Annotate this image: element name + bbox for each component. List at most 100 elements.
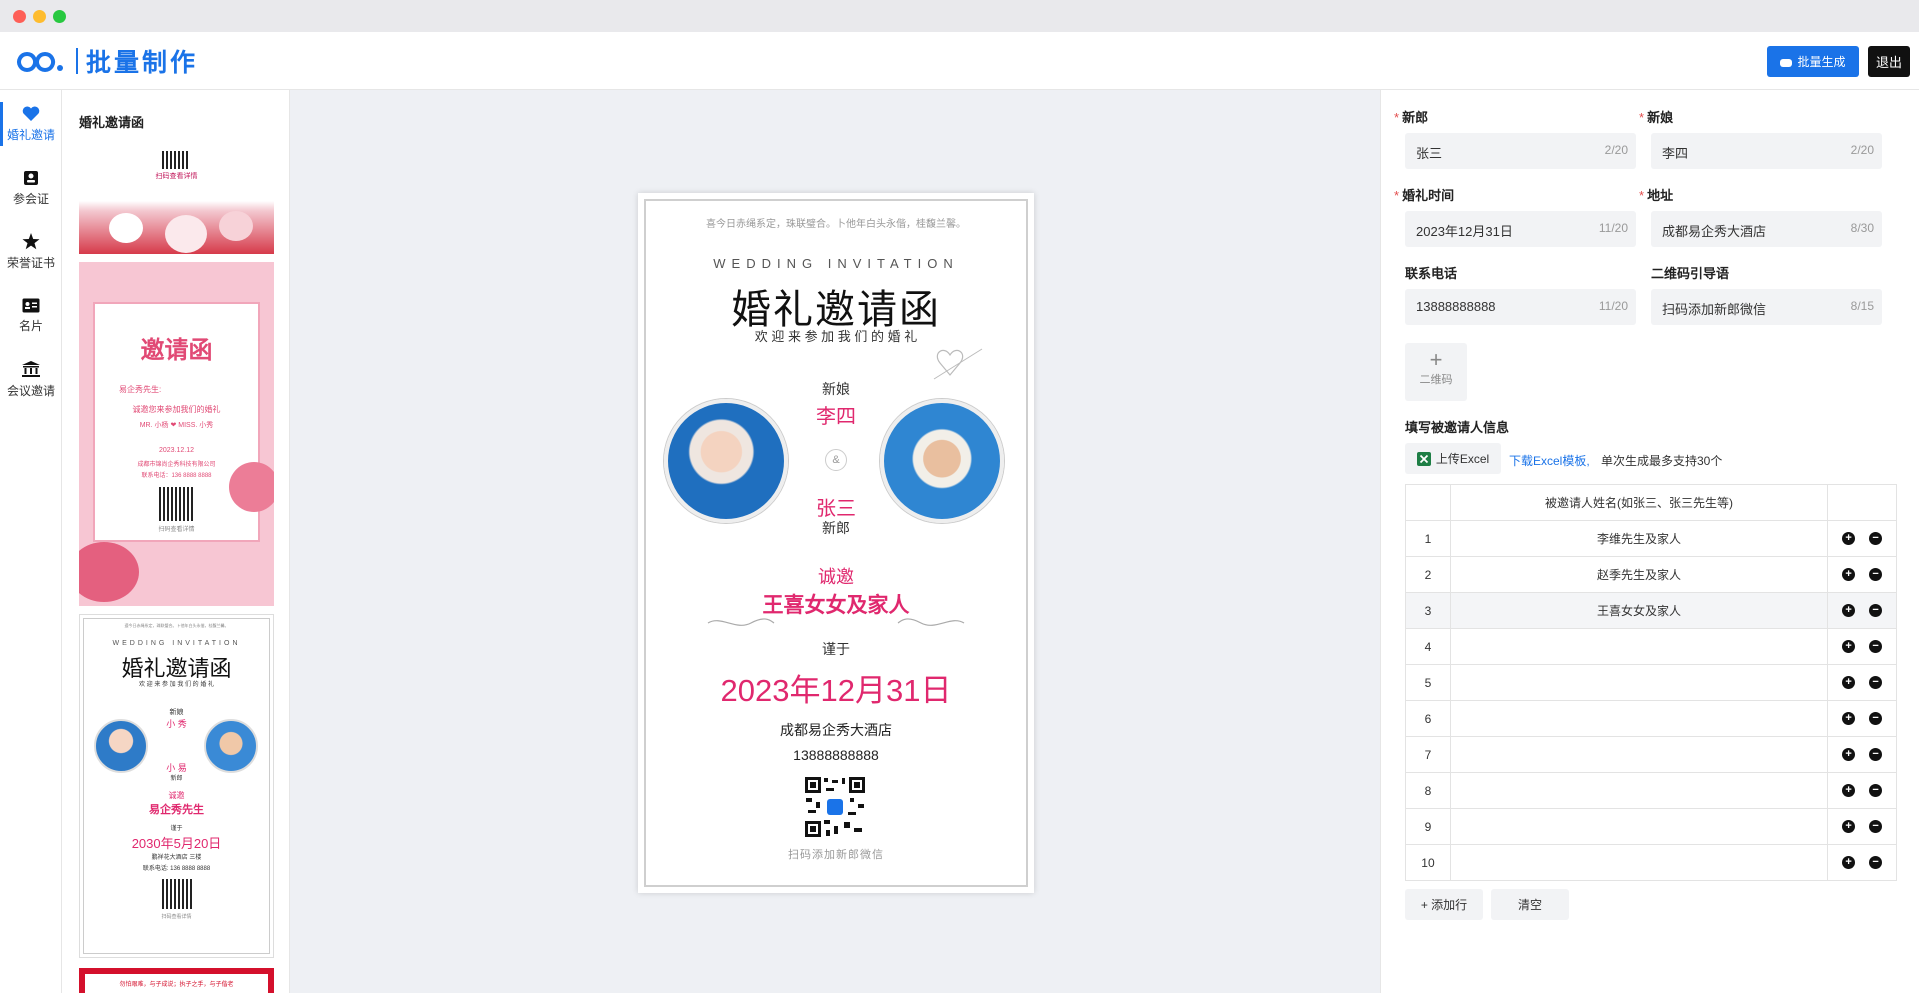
remove-row-icon[interactable]: − bbox=[1869, 604, 1883, 617]
wedding-time-input[interactable]: 2023年12月31日 11/20 bbox=[1405, 211, 1636, 247]
template-caption: 扫码查看详情 bbox=[158, 527, 195, 533]
template-thumb-red-hearts[interactable]: 扫码查看详情 bbox=[79, 151, 274, 254]
template-couple: MR. 小杨 ❤ MISS. 小秀 bbox=[139, 422, 214, 429]
bride-input[interactable]: 李四 2/20 bbox=[1651, 133, 1882, 169]
qr-guide-input[interactable]: 扫码添加新郎微信 8/15 bbox=[1651, 289, 1882, 325]
row-index: 3 bbox=[1405, 592, 1451, 629]
add-row-icon[interactable]: + bbox=[1842, 820, 1856, 833]
badge-icon bbox=[24, 170, 38, 185]
row-index: 2 bbox=[1405, 556, 1451, 593]
row-name-input[interactable]: 王喜女女及家人 bbox=[1449, 592, 1829, 629]
address-input[interactable]: 成都易企秀大酒店 8/30 bbox=[1651, 211, 1882, 247]
plus-icon: + bbox=[1429, 347, 1443, 372]
table-row: 3 王喜女女及家人 + − bbox=[1405, 592, 1897, 629]
download-template-link[interactable]: 下载Excel模板, bbox=[1509, 452, 1590, 469]
logo-divider bbox=[76, 48, 78, 74]
nav-item-badge[interactable]: 参会证 bbox=[0, 160, 62, 216]
remove-row-icon[interactable]: − bbox=[1869, 856, 1883, 869]
row-name-input[interactable] bbox=[1449, 628, 1829, 665]
row-name-input[interactable] bbox=[1449, 736, 1829, 773]
app-header: 批量制作 批量生成 退出 bbox=[0, 32, 1919, 90]
row-name-input[interactable] bbox=[1449, 808, 1829, 845]
row-name-input[interactable]: 赵季先生及家人 bbox=[1449, 556, 1829, 593]
groom-input[interactable]: 张三 2/20 bbox=[1405, 133, 1636, 169]
card-bride-name: 李四 bbox=[816, 406, 856, 428]
remove-row-icon[interactable]: − bbox=[1869, 676, 1883, 689]
row-name-input[interactable] bbox=[1449, 664, 1829, 701]
phone-input[interactable]: 13888888888 11/20 bbox=[1405, 289, 1636, 325]
template-guest: 易企秀先生 bbox=[149, 804, 204, 816]
add-row-icon[interactable]: + bbox=[1842, 568, 1856, 581]
preview-canvas: 喜今日赤绳系定，珠联璧合。卜他年白头永偕，桂馥兰馨。 WEDDING INVIT… bbox=[290, 90, 1380, 993]
remove-row-icon[interactable]: − bbox=[1869, 712, 1883, 725]
row-index: 10 bbox=[1405, 844, 1451, 881]
nav-item-certificate[interactable]: 荣誉证书 bbox=[0, 224, 62, 280]
remove-row-icon[interactable]: − bbox=[1869, 784, 1883, 797]
row-name-input[interactable]: 李维先生及家人 bbox=[1449, 520, 1829, 557]
groom-input-count: 2/20 bbox=[1604, 143, 1628, 157]
batch-generate-label: 批量生成 bbox=[1797, 55, 1846, 69]
nav-item-label: 婚礼邀请 bbox=[6, 127, 55, 142]
minimize-window-button[interactable] bbox=[33, 10, 46, 23]
groom-label: * 新郎 bbox=[1394, 110, 1429, 125]
add-row-icon[interactable]: + bbox=[1842, 712, 1856, 725]
upload-excel-label: 上传Excel bbox=[1435, 452, 1490, 466]
template-thumb-pink-invitation[interactable]: 邀请函 易企秀先生: 诚邀您来参加我们的婚礼 MR. 小杨 ❤ MISS. 小秀… bbox=[79, 262, 274, 606]
invitation-card[interactable]: 喜今日赤绳系定，珠联璧合。卜他年白头永偕，桂馥兰馨。 WEDDING INVIT… bbox=[638, 193, 1034, 893]
template-date: 2030年5月20日 bbox=[131, 836, 222, 851]
address-value: 成都易企秀大酒店 bbox=[1662, 224, 1767, 239]
phone-label: 联系电话 bbox=[1405, 266, 1458, 281]
qr-guide-label: 二维码引导语 bbox=[1651, 266, 1730, 281]
remove-row-icon[interactable]: − bbox=[1869, 820, 1883, 833]
card-qr-code-icon bbox=[804, 776, 866, 838]
card-jin-label: 谨于 bbox=[822, 641, 850, 657]
nav-item-wedding[interactable]: 婚礼邀请 bbox=[0, 96, 62, 152]
maximize-window-button[interactable] bbox=[53, 10, 66, 23]
bride-label: * 新娘 bbox=[1639, 110, 1674, 125]
batch-generate-button[interactable]: 批量生成 bbox=[1767, 46, 1859, 77]
template-thumb-red-border[interactable]: 勿怕艰难，与子成说；执子之手，与子偕老 bbox=[79, 968, 274, 993]
address-count: 8/30 bbox=[1850, 221, 1874, 235]
add-row-icon[interactable]: + bbox=[1842, 676, 1856, 689]
row-index: 5 bbox=[1405, 664, 1451, 701]
flourish-left-decoration bbox=[707, 618, 775, 626]
template-greeting: 易企秀先生: bbox=[119, 385, 162, 394]
template-line: 诚邀您来参加我们的婚礼 bbox=[132, 405, 221, 414]
remove-row-icon[interactable]: − bbox=[1869, 568, 1883, 581]
heart-decoration bbox=[109, 213, 143, 243]
app-logo[interactable]: 批量制作 bbox=[12, 43, 198, 79]
nav-item-namecard[interactable]: 名片 bbox=[0, 288, 62, 344]
category-nav: 婚礼邀请 参会证 荣誉证书 名片 会议邀请 bbox=[0, 90, 62, 993]
close-window-button[interactable] bbox=[13, 10, 26, 23]
table-header-name: 被邀请人姓名(如张三、张三先生等) bbox=[1449, 484, 1829, 521]
row-name-input[interactable] bbox=[1449, 844, 1829, 881]
remove-row-icon[interactable]: − bbox=[1869, 640, 1883, 653]
table-row: 4 + − bbox=[1405, 628, 1897, 665]
add-row-button[interactable]: + 添加行 bbox=[1405, 889, 1483, 920]
exit-button[interactable]: 退出 bbox=[1868, 46, 1910, 77]
add-row-icon[interactable]: + bbox=[1842, 784, 1856, 797]
upload-excel-button[interactable]: 上传Excel bbox=[1405, 443, 1501, 474]
add-row-icon[interactable]: + bbox=[1842, 856, 1856, 869]
template-heading: 邀请函 bbox=[140, 337, 213, 364]
row-name-input[interactable] bbox=[1449, 772, 1829, 809]
template-thumb-wedding-invitation[interactable]: 遵今日赤绳系定，珠联璧合。卜他年白头永偕，桂馥兰馨。 WEDDING INVIT… bbox=[79, 614, 274, 958]
table-row: 1 李维先生及家人 + − bbox=[1405, 520, 1897, 557]
invitee-section-title: 填写被邀请人信息 bbox=[1405, 420, 1510, 435]
clear-button[interactable]: 清空 bbox=[1491, 889, 1569, 920]
qr-upload-button[interactable]: + 二维码 bbox=[1405, 343, 1467, 401]
qr-code-icon bbox=[162, 151, 190, 169]
template-subtitle: 欢 迎 来 参 加 我 们 的 婚 礼 bbox=[138, 682, 214, 688]
nav-item-meeting[interactable]: 会议邀请 bbox=[0, 352, 62, 408]
row-index: 9 bbox=[1405, 808, 1451, 845]
add-row-icon[interactable]: + bbox=[1842, 532, 1856, 545]
table-row: 6 + − bbox=[1405, 700, 1897, 737]
add-row-icon[interactable]: + bbox=[1842, 640, 1856, 653]
qr-guide-count: 8/15 bbox=[1850, 299, 1874, 313]
add-row-icon[interactable]: + bbox=[1842, 604, 1856, 617]
row-name-input[interactable] bbox=[1449, 700, 1829, 737]
phone-count: 11/20 bbox=[1598, 299, 1628, 313]
remove-row-icon[interactable]: − bbox=[1869, 748, 1883, 761]
remove-row-icon[interactable]: − bbox=[1869, 532, 1883, 545]
add-row-icon[interactable]: + bbox=[1842, 748, 1856, 761]
